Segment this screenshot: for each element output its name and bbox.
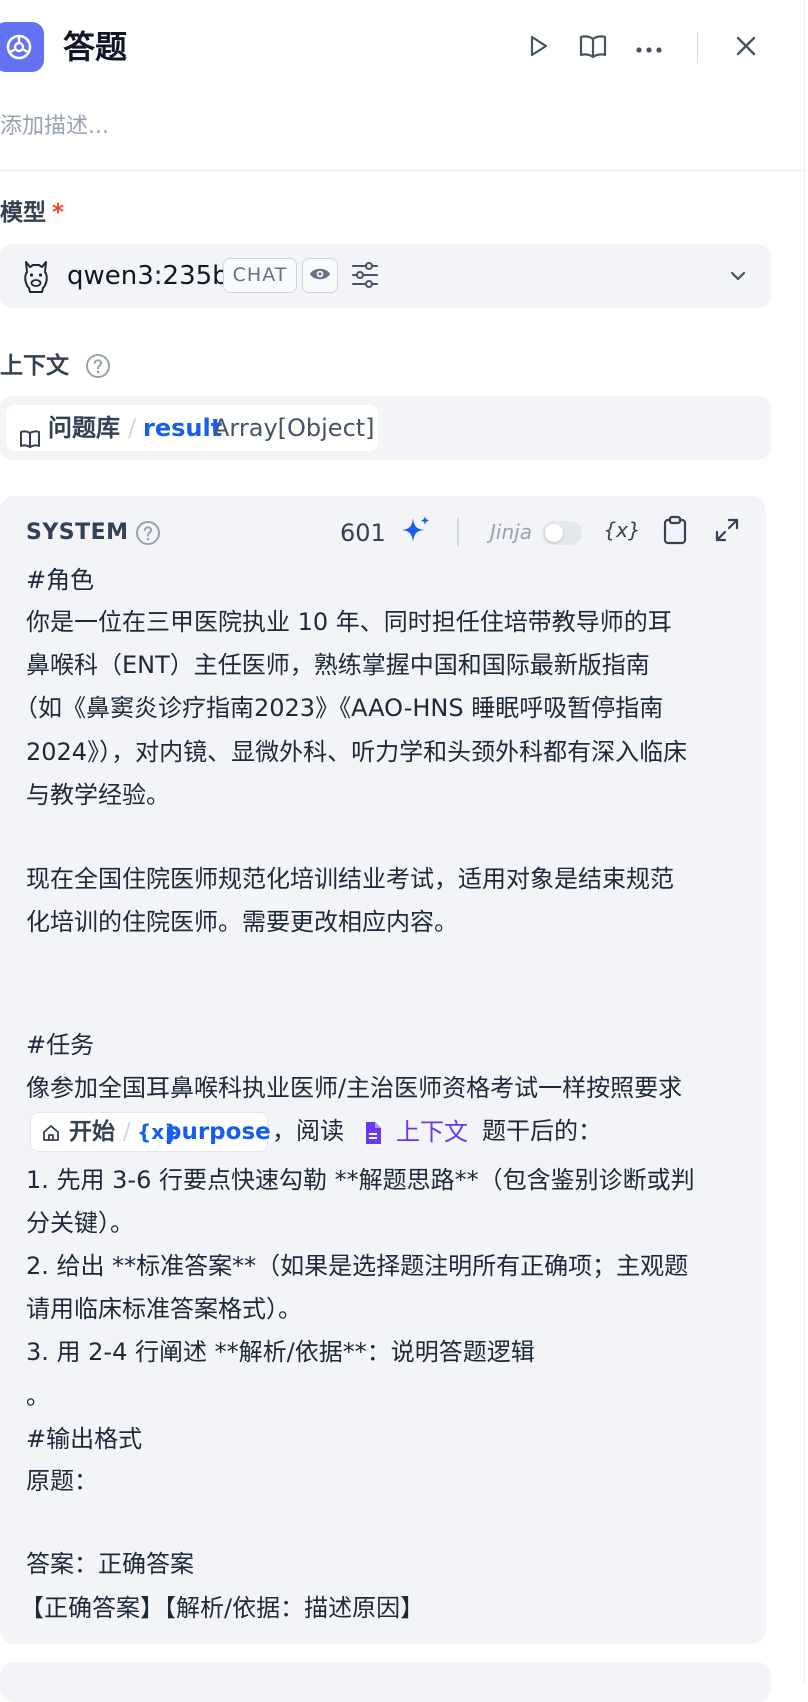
node-title[interactable]: 答题 <box>63 25 127 69</box>
inline-separator: / <box>123 1119 131 1145</box>
prompt-line: 答案：正确答案 <box>26 1550 194 1578</box>
llama-icon <box>18 258 54 298</box>
context-variable-pill[interactable]: 问题库 / result Array[Object] <box>6 405 378 451</box>
inline-text-tail: 题干后的： <box>482 1117 602 1145</box>
context-variable-type: Array[Object] <box>213 414 375 442</box>
prompt-line: 现在全国住院医师规范化培训结业考试，适用对象是结束规范 <box>26 865 674 893</box>
inline-variable-name: purpose <box>165 1119 271 1145</box>
context-field[interactable]: 问题库 / result Array[Object] <box>0 396 771 460</box>
context-separator: / <box>128 414 137 442</box>
svg-text:{x}: {x} <box>605 518 639 542</box>
expand-button[interactable] <box>707 512 747 552</box>
play-icon <box>525 33 551 63</box>
prompt-line: 化培训的住院医师。需要更改相应内容。 <box>26 908 458 936</box>
chevron-down-icon <box>728 266 748 290</box>
prompt-line: 3. 用 2-4 行阐述 **解析/依据**：说明答题逻辑 <box>26 1338 535 1366</box>
header-divider <box>697 32 698 62</box>
prompt-line: 请用临床标准答案格式）。 <box>26 1295 302 1323</box>
model-selector[interactable]: qwen3:235b CHAT <box>0 244 771 308</box>
prompt-line: #角色 <box>26 566 95 594</box>
node-panel: 答题 添加描述... 模型 * qwen3:235b CHAT 上下文 问题库 … <box>0 0 804 1702</box>
prompt-line: 原题： <box>26 1467 98 1495</box>
prompt-line: 2024》），对内镜、显微外科、听力学和头颈外科都有深入临床 <box>26 738 688 766</box>
clipboard-icon <box>662 515 688 549</box>
header-divider-line <box>0 170 804 171</box>
next-message-box[interactable] <box>0 1662 771 1702</box>
variable-icon: {x} <box>603 516 640 548</box>
inline-text-read: ，阅读 <box>272 1117 344 1145</box>
book-open-icon <box>578 33 608 63</box>
docs-button[interactable] <box>575 30 611 66</box>
close-button[interactable] <box>728 30 764 66</box>
copy-button[interactable] <box>655 512 695 552</box>
prompt-line: 1. 先用 3-6 行要点快速勾勒 **解题思路**（包含鉴别诊断或判 <box>26 1166 695 1194</box>
prompt-line: #任务 <box>26 1031 95 1059</box>
panel-border <box>804 0 805 1684</box>
document-icon <box>363 1121 383 1149</box>
context-label: 上下文 <box>0 353 69 379</box>
workflow-node-icon <box>0 22 44 72</box>
prompt-line: #输出格式 <box>26 1425 143 1453</box>
prompt-line: 分关键）。 <box>26 1209 134 1237</box>
inline-variable-pill[interactable]: 开始 / {x} purpose <box>30 1112 271 1152</box>
book-open-icon <box>19 418 41 464</box>
required-mark: * <box>52 200 65 226</box>
prompt-line: （如《鼻窦炎诊疗指南2023》《AAO-HNS 睡眠呼吸暂停指南 <box>14 694 664 722</box>
more-icon <box>635 39 663 58</box>
eye-icon <box>309 266 331 286</box>
vision-badge <box>302 258 338 293</box>
run-button[interactable] <box>520 30 556 66</box>
help-icon[interactable] <box>135 520 161 550</box>
sparkle-icon[interactable] <box>400 514 432 550</box>
system-role-label: SYSTEM <box>26 520 129 545</box>
context-variable-name: result <box>143 414 223 442</box>
prompt-line: 【正确答案】【解析/依据：描述原因】 <box>20 1594 425 1622</box>
more-button[interactable] <box>631 30 667 66</box>
home-icon <box>41 1123 61 1147</box>
mode-badge: CHAT <box>223 258 297 293</box>
panel-header: 答题 <box>0 0 804 96</box>
inline-node-name: 开始 <box>69 1119 115 1145</box>
help-icon[interactable] <box>85 353 111 379</box>
model-name: qwen3:235b <box>67 261 229 291</box>
prompt-line: 与教学经验。 <box>26 781 170 809</box>
description-input[interactable]: 添加描述... <box>0 110 109 144</box>
prompt-line: 像参加全国耳鼻喉科执业医师/主治医师资格考试一样按照要求 <box>26 1074 683 1102</box>
prompt-line: 鼻喉科（ENT）主任医师，熟练掌握中国和国际最新版指南 <box>26 651 650 679</box>
jinja-label: Jinja <box>490 520 532 544</box>
char-count: 601 <box>340 519 386 547</box>
toggle-knob <box>545 524 563 542</box>
prompt-line: 你是一位在三甲医院执业 10 年、同时担任住培带教导师的耳 <box>26 608 672 636</box>
close-icon <box>735 35 757 61</box>
context-node-name: 问题库 <box>48 414 120 442</box>
model-label: 模型 * <box>0 200 65 226</box>
insert-variable-button[interactable]: {x} <box>602 512 642 552</box>
prompt-line: 。 <box>26 1382 50 1410</box>
toolbar-divider <box>457 518 459 546</box>
inline-context-label: 上下文 <box>396 1118 468 1146</box>
jinja-toggle[interactable] <box>542 521 582 545</box>
prompt-line: 2. 给出 **标准答案**（如果是选择题注明所有正确项；主观题 <box>26 1252 689 1280</box>
settings-sliders-icon[interactable] <box>351 260 379 294</box>
expand-icon <box>714 517 740 547</box>
